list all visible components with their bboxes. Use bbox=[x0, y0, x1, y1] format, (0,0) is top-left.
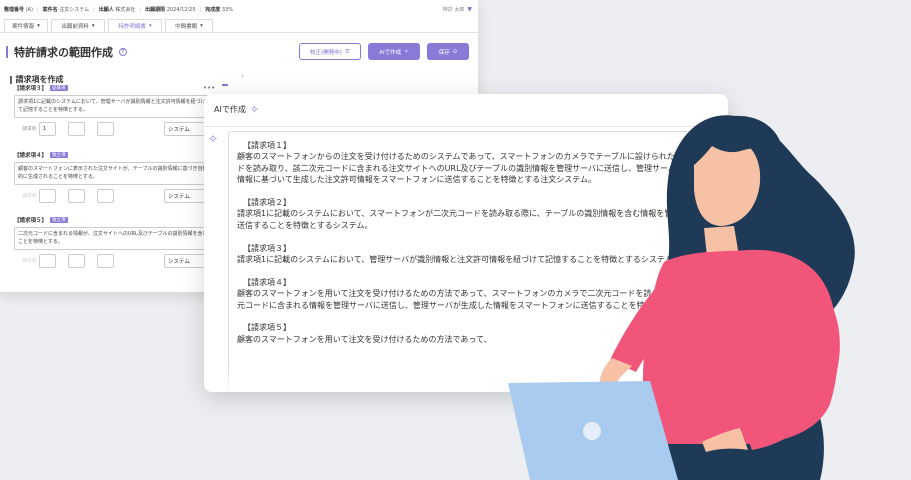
page-title: 特許請求の範囲作成 ? bbox=[6, 44, 127, 60]
claim-ref-label: 請求項 bbox=[22, 259, 37, 264]
claim-ref-input[interactable] bbox=[68, 189, 85, 203]
meta-item: 完成度 33% bbox=[205, 7, 233, 13]
right-arm bbox=[744, 284, 840, 450]
collapse-icon[interactable] bbox=[222, 84, 228, 86]
list-icon: ☰ bbox=[344, 48, 350, 55]
chevron-down-icon: ▾ bbox=[200, 23, 203, 29]
claim-ref-input[interactable] bbox=[39, 189, 56, 203]
generated-claim: 【請求項３】 請求項1に記載のシステムにおいて、管理サーバが識別情報と注文許可情… bbox=[237, 243, 681, 265]
claim-textarea[interactable]: 顧客のスマートフォンに表示された注文サイトが、テーブルの識別情報に基づき自動的に… bbox=[14, 162, 214, 185]
claim-type-badge: 独立項 bbox=[50, 217, 68, 223]
claim-textarea[interactable]: 二次元コードに含まれる情報が、注文サイトへのURL及びテーブルの識別情報を含むこ… bbox=[14, 227, 214, 250]
claim-options-row: 請求項 1 システム bbox=[14, 122, 214, 136]
tab-divider bbox=[0, 32, 478, 33]
generated-claim: 【請求項４】 顧客のスマートフォンを用いて注文を受け付けるための方法であって、ス… bbox=[237, 277, 708, 310]
meta-item: 出願期限 2024/12/25 bbox=[145, 7, 196, 13]
user-menu[interactable]: 特許 太郎 ▼ bbox=[443, 6, 472, 13]
divider bbox=[204, 126, 728, 127]
claim-ref-input[interactable] bbox=[68, 122, 85, 136]
claim-ref-input[interactable] bbox=[97, 189, 114, 203]
tab-case-info[interactable]: 案件情報 ▾ bbox=[4, 19, 48, 32]
tab-specification[interactable]: 特許明細書 ▾ bbox=[108, 19, 162, 32]
ai-panel-title: AIで作成 ✧ bbox=[214, 103, 260, 116]
generated-claim: 【請求項１】 顧客のスマートフォンからの注文を受け付けるためのシステムであって、… bbox=[237, 141, 715, 185]
meta-item: 案件名 注文システム bbox=[42, 7, 90, 13]
tab-bar: 案件情報 ▾ 出願前資料 ▾ 特許明細書 ▾ 中間書類 ▾ bbox=[4, 19, 213, 32]
sparkle-icon: ✧ bbox=[404, 48, 409, 55]
claim-options-row: 請求項 システム bbox=[14, 254, 214, 268]
claim-type-badge: 従属項 bbox=[50, 85, 68, 91]
hair-flow bbox=[770, 170, 855, 330]
hand bbox=[702, 428, 748, 452]
claim-type-badge: 独立項 bbox=[50, 152, 68, 158]
claim-ref-input[interactable] bbox=[68, 254, 85, 268]
claim-ref-input[interactable] bbox=[97, 254, 114, 268]
tab-interim-docs[interactable]: 中間書類 ▾ bbox=[165, 19, 213, 32]
meta-item: 整理番号 (A) bbox=[4, 7, 33, 13]
chevron-down-icon: ▼ bbox=[467, 6, 472, 13]
claim-options-row: 請求項 システム bbox=[14, 189, 214, 203]
laptop-logo bbox=[583, 422, 601, 440]
case-meta-bar: 整理番号 (A) | 案件名 注文システム | 出願人 株式会社 | 出願期限 202… bbox=[4, 6, 472, 13]
claim-ref-label: 請求項 bbox=[22, 127, 37, 132]
more-options-icon[interactable]: ••• bbox=[203, 84, 215, 92]
fade-overlay bbox=[228, 366, 722, 392]
meta-item: 出願人 株式会社 bbox=[98, 7, 136, 13]
ai-create-button[interactable]: AIで作成 ✧ bbox=[368, 43, 420, 60]
chevron-down-icon: ▾ bbox=[37, 23, 40, 29]
chevron-down-icon: ▾ bbox=[91, 23, 95, 29]
claim-ref-label: 請求項 bbox=[22, 194, 37, 199]
claim-heading: 【請求項５】 独立項 bbox=[14, 217, 68, 224]
proofread-button[interactable]: 校正(開発中) ☰ bbox=[299, 43, 361, 60]
help-icon[interactable]: ? bbox=[119, 48, 127, 56]
claim-ref-input[interactable]: 1 bbox=[39, 122, 56, 136]
generated-claim: 【請求項５】 顧客のスマートフォンを用いて注文を受け付けるための方法であって、 bbox=[237, 323, 492, 344]
chevron-right-icon[interactable]: › bbox=[241, 72, 244, 80]
claim-heading: 【請求項４】 独立項 bbox=[14, 152, 68, 159]
ai-create-panel: AIで作成 ✧ ✧ 【請求項１】 顧客のスマートフォンからの注文を受け付けるための… bbox=[204, 94, 728, 392]
check-circle-icon: ⊙ bbox=[452, 48, 458, 55]
save-button[interactable]: 保存 ⊙ bbox=[427, 43, 469, 60]
generated-claim: 【請求項２】 請求項1に記載のシステムにおいて、スマートフォンが二次元コードを読… bbox=[237, 198, 713, 230]
chevron-down-icon: ▾ bbox=[148, 23, 152, 29]
claim-heading: 【請求項３】 従属項 bbox=[14, 85, 68, 92]
claim-ref-input[interactable] bbox=[97, 122, 114, 136]
laptop-screen bbox=[508, 381, 678, 480]
claim-ref-input[interactable] bbox=[39, 254, 56, 268]
sparkle-icon: ✧ bbox=[249, 103, 260, 116]
tab-pre-filing[interactable]: 出願前資料 ▾ bbox=[51, 19, 105, 32]
ai-generated-text[interactable]: 【請求項１】 顧客のスマートフォンからの注文を受け付けるためのシステムであって、… bbox=[228, 131, 722, 392]
sparkle-icon: ✧ bbox=[208, 132, 219, 146]
claim-textarea[interactable]: 請求項1に記載のシステムにおいて、管理サーバが識別情報と注文許可情報を紐づけて記… bbox=[14, 95, 214, 118]
